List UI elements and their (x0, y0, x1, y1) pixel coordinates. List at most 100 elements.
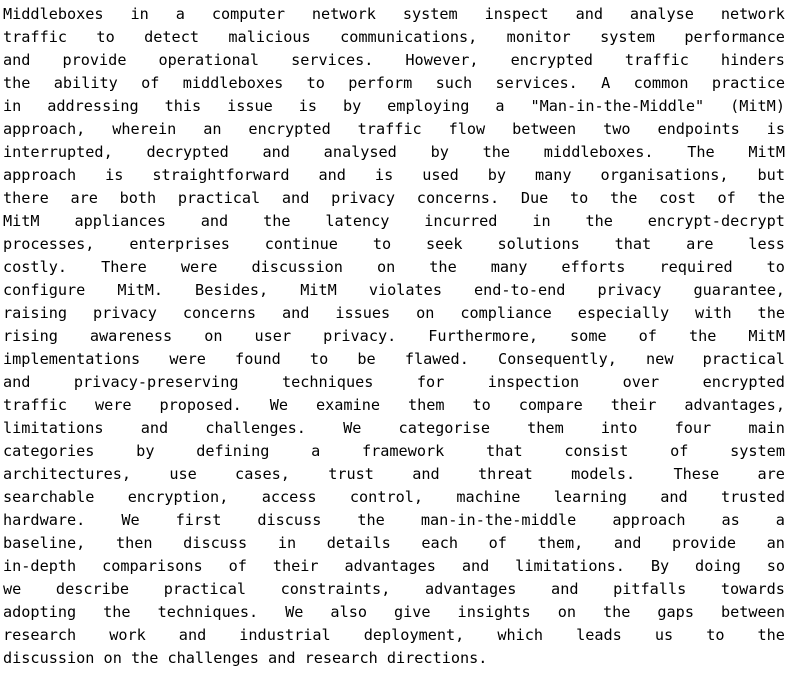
word: provide (672, 534, 737, 552)
word: the (757, 626, 785, 644)
word: by (430, 143, 449, 161)
word: use (169, 465, 197, 483)
word: models. (571, 465, 636, 483)
word: We (343, 419, 362, 437)
word: to (706, 626, 725, 644)
word: and (461, 557, 490, 575)
word: addressing (47, 97, 139, 115)
word: processes, (3, 235, 95, 253)
word: practical (163, 580, 246, 598)
word: an (203, 120, 222, 138)
word: network (720, 5, 785, 23)
word: issues (335, 304, 391, 322)
word: in (3, 97, 22, 115)
word: hardware. (3, 511, 86, 529)
word: architectures, (3, 465, 132, 483)
word: of (141, 74, 160, 92)
word: encryption, (127, 488, 229, 506)
word: each (421, 534, 458, 552)
word: cost (659, 189, 696, 207)
word: trust (328, 465, 374, 483)
word: to (96, 28, 115, 46)
word: and (318, 166, 346, 184)
word: practice (711, 74, 785, 92)
word: inspection (487, 373, 580, 391)
word: MitM (748, 327, 785, 345)
word: such (435, 74, 473, 92)
word: hinders (720, 51, 785, 69)
word: wherein (112, 120, 177, 138)
word: operational (158, 51, 260, 69)
word: consist (564, 442, 629, 460)
word: We (269, 396, 289, 414)
word: Due (520, 189, 549, 207)
word: research (304, 649, 378, 667)
word: of (670, 442, 689, 460)
word: limitations. (515, 557, 625, 575)
word: describe (55, 580, 130, 598)
word: decrypted (146, 143, 229, 161)
word: latency (325, 212, 390, 230)
document-line: traffic were proposed. We examine them to compa… (3, 394, 785, 417)
word: MitM (300, 281, 337, 299)
word: the (3, 74, 31, 92)
word: trusted (720, 488, 785, 506)
word: is (105, 166, 124, 184)
word: the (482, 143, 511, 161)
word: were (94, 396, 132, 414)
word: "Man-in-the-Middle" (530, 97, 705, 115)
document-line: MitM appliances and the latency incurred in the… (3, 210, 785, 233)
word: discussion (3, 649, 95, 667)
word: traffic (357, 120, 422, 138)
word: their (272, 557, 319, 575)
word: interrupted, (3, 143, 113, 161)
document-line: traffic to detect malicious communications, m… (3, 26, 785, 49)
word: found (235, 350, 281, 368)
word: configure (3, 281, 86, 299)
word: computer (211, 5, 285, 23)
document-line: research work and industrial deployment, whic… (3, 624, 785, 647)
word: also (330, 603, 367, 621)
word: raising (3, 304, 68, 322)
word: that (614, 235, 652, 253)
word: By (650, 557, 670, 575)
word: required (659, 258, 733, 276)
word: control, (349, 488, 424, 506)
word: of (488, 534, 507, 552)
word: flawed. (404, 350, 469, 368)
word: them (527, 419, 564, 437)
word: of (717, 189, 736, 207)
word: straightforward (152, 166, 290, 184)
word: efforts (561, 258, 626, 276)
word: and (3, 51, 31, 69)
word: this (164, 97, 202, 115)
word: them (407, 396, 445, 414)
word: the (585, 212, 613, 230)
abstract-document: Middleboxes in a computer network system inspe… (0, 0, 788, 681)
word: which (497, 626, 544, 644)
document-line: interrupted, decrypted and analysed by the mid… (3, 141, 785, 164)
word: directions. (386, 649, 488, 667)
word: defining (196, 442, 270, 460)
word: inspect (484, 5, 549, 23)
document-line: baseline, then discuss in details each of them,… (3, 532, 785, 555)
word: the (429, 258, 457, 276)
word: (MitM) (730, 97, 785, 115)
word: advantages (424, 580, 517, 598)
word: proposed. (159, 396, 242, 414)
word: We (285, 603, 304, 621)
word: main (748, 419, 785, 437)
word: There (101, 258, 147, 276)
word: by (342, 97, 362, 115)
word: we (3, 580, 22, 598)
document-line: discussion on the challenges and research dire… (3, 647, 785, 670)
document-line: in addressing this issue is by employing a "Man-… (3, 95, 785, 118)
word: leads (576, 626, 622, 644)
word: and (140, 419, 169, 437)
word: Middleboxes (3, 5, 104, 23)
word: machine (456, 488, 521, 506)
word: seek (425, 235, 463, 253)
word: to (472, 396, 491, 414)
word: MitM. (117, 281, 164, 299)
document-line: approach is straightforward and is used by many… (3, 164, 785, 187)
